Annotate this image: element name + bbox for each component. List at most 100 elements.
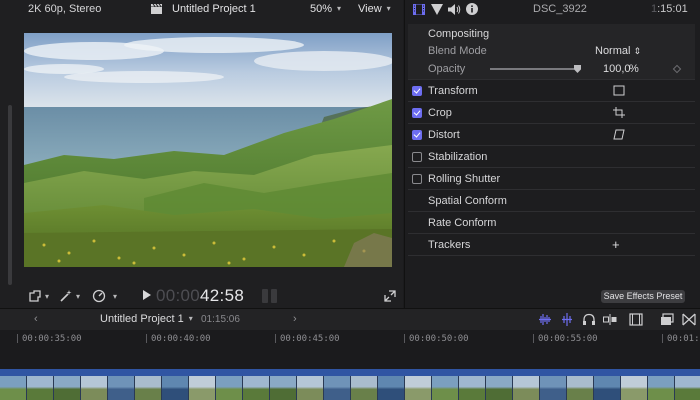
save-effects-preset-button[interactable]: Save Effects Preset xyxy=(601,290,685,303)
add-tracker-button[interactable]: + xyxy=(612,237,620,252)
effect-label: Crop xyxy=(428,107,452,119)
effect-row-rolling-shutter[interactable]: Rolling Shutter xyxy=(408,168,695,190)
magic-wand-icon[interactable] xyxy=(59,288,73,304)
distort-checkbox[interactable] xyxy=(412,130,422,140)
blend-mode-select[interactable]: Normal ⇕ xyxy=(595,45,641,57)
viewer-header: 2K 60p, Stereo Untitled Project 1 50% ▾ V… xyxy=(0,0,403,20)
viewer-project-title[interactable]: Untitled Project 1 xyxy=(172,3,256,15)
filmstrip-thumbnail xyxy=(567,376,594,400)
filmstrip-thumbnail xyxy=(378,376,405,400)
filmstrip-thumbnail xyxy=(675,376,700,400)
chevron-down-icon[interactable]: ▾ xyxy=(76,288,80,304)
clip-appearance-icon[interactable] xyxy=(629,313,643,326)
filmstrip-thumbnail xyxy=(594,376,621,400)
transform-tool-icon[interactable] xyxy=(28,288,42,304)
transform-icon[interactable] xyxy=(613,85,625,96)
effect-row-distort[interactable]: Distort xyxy=(408,124,695,146)
filmstrip-thumbnail xyxy=(0,376,27,400)
keyframe-icon[interactable] xyxy=(672,64,682,74)
opacity-slider-fill xyxy=(490,68,574,70)
distort-icon[interactable] xyxy=(613,129,625,140)
opacity-unit: % xyxy=(629,63,639,75)
timeline-ruler[interactable]: 00:00:35:00 00:00:40:00 00:00:45:00 00:0… xyxy=(0,330,700,348)
color-icon[interactable] xyxy=(431,4,443,15)
inspector-header: DSC_3922 1:15:01 xyxy=(405,0,700,20)
opacity-slider-knob[interactable] xyxy=(574,65,581,73)
effect-row-trackers[interactable]: Trackers + xyxy=(408,234,695,256)
ruler-tick xyxy=(404,334,405,343)
audio-waveform-icon[interactable] xyxy=(538,313,552,326)
video-icon[interactable] xyxy=(413,4,425,15)
filmstrip-thumbnail xyxy=(351,376,378,400)
opacity-slider[interactable] xyxy=(490,68,574,70)
opacity-label: Opacity xyxy=(428,63,466,75)
blend-mode-label: Blend Mode xyxy=(428,45,487,57)
ruler-tick xyxy=(662,334,663,343)
filmstrip-thumbnail xyxy=(297,376,324,400)
effect-label: Transform xyxy=(428,85,478,97)
filmstrip-thumbnail xyxy=(459,376,486,400)
effect-row-transform[interactable]: Transform xyxy=(408,80,695,102)
clip-header-bar[interactable] xyxy=(0,369,700,376)
transitions-browser-icon[interactable] xyxy=(682,313,696,326)
clip-duration-value: :15:01 xyxy=(657,3,688,15)
filmstrip-thumbnail xyxy=(486,376,513,400)
effect-row-rate-conform[interactable]: Rate Conform xyxy=(408,212,695,234)
timeline-track-area[interactable] xyxy=(0,348,700,400)
play-icon[interactable] xyxy=(143,290,151,300)
stabilization-checkbox[interactable] xyxy=(412,152,422,162)
timecode-display[interactable]: 00:0042:58 xyxy=(156,286,244,306)
filmstrip-thumbnail xyxy=(243,376,270,400)
timeline-project-title: Untitled Project 1 xyxy=(100,313,184,325)
opacity-value[interactable]: 100,0 xyxy=(603,63,631,75)
chevron-down-icon[interactable]: ▾ xyxy=(45,288,49,304)
filmstrip-thumbnail xyxy=(648,376,675,400)
viewer-scrollbar[interactable] xyxy=(8,105,12,285)
effect-label: Trackers xyxy=(428,239,471,251)
rolling-shutter-checkbox[interactable] xyxy=(412,174,422,184)
blend-mode-value: Normal xyxy=(595,45,631,57)
ruler-label: 00:00:40:00 xyxy=(151,334,211,344)
crop-checkbox[interactable] xyxy=(412,108,422,118)
back-icon[interactable]: ‹ xyxy=(34,313,38,325)
transform-checkbox[interactable] xyxy=(412,86,422,96)
ruler-label: 00:00:50:00 xyxy=(409,334,469,344)
crop-icon[interactable] xyxy=(613,107,625,118)
compositing-section: Compositing Blend Mode Normal ⇕ Opacity 1… xyxy=(408,24,695,80)
viewer-footer: ▾ ▾ ▾ 00:0042:58 xyxy=(0,284,403,308)
timecode-value: 42:58 xyxy=(200,286,245,305)
effect-row-crop[interactable]: Crop xyxy=(408,102,695,124)
effect-label: Rate Conform xyxy=(428,217,497,229)
headphones-icon[interactable] xyxy=(582,313,596,326)
fullscreen-icon[interactable] xyxy=(384,288,396,304)
timecode-leading: 00:00 xyxy=(156,286,201,305)
ruler-tick xyxy=(533,334,534,343)
effect-row-stabilization[interactable]: Stabilization xyxy=(408,146,695,168)
snapping-icon[interactable] xyxy=(603,313,617,326)
video-preview[interactable] xyxy=(24,33,392,267)
timeline-duration: 01:15:06 xyxy=(201,314,240,325)
viewer-panel: 2K 60p, Stereo Untitled Project 1 50% ▾ V… xyxy=(0,0,403,308)
chevron-down-icon[interactable]: ▾ xyxy=(113,288,117,304)
zoom-menu[interactable]: 50% ▾ xyxy=(310,3,341,15)
timeline-project-menu[interactable]: Untitled Project 1 ▾ xyxy=(100,313,193,325)
filmstrip-thumbnail xyxy=(54,376,81,400)
skimming-icon[interactable] xyxy=(560,313,574,326)
filmstrip-thumbnail xyxy=(135,376,162,400)
effect-row-spatial-conform[interactable]: Spatial Conform xyxy=(408,190,695,212)
chevron-down-icon: ▾ xyxy=(188,314,193,323)
clip-filmstrip[interactable] xyxy=(0,376,700,400)
audio-meter-icon xyxy=(262,289,278,303)
filmstrip-thumbnail xyxy=(162,376,189,400)
zoom-value: 50% xyxy=(310,3,333,15)
ruler-label: 00:00:55:00 xyxy=(538,334,598,344)
speedometer-icon[interactable] xyxy=(92,288,106,304)
view-menu[interactable]: View ▾ xyxy=(358,3,391,15)
audio-icon[interactable] xyxy=(448,4,461,15)
info-icon[interactable] xyxy=(466,3,478,15)
filmstrip-thumbnail xyxy=(108,376,135,400)
inspector-panel: DSC_3922 1:15:01 Compositing Blend Mode … xyxy=(404,0,700,308)
effects-browser-icon[interactable] xyxy=(660,313,674,326)
forward-icon[interactable]: › xyxy=(293,313,297,325)
filmstrip-thumbnail xyxy=(405,376,432,400)
